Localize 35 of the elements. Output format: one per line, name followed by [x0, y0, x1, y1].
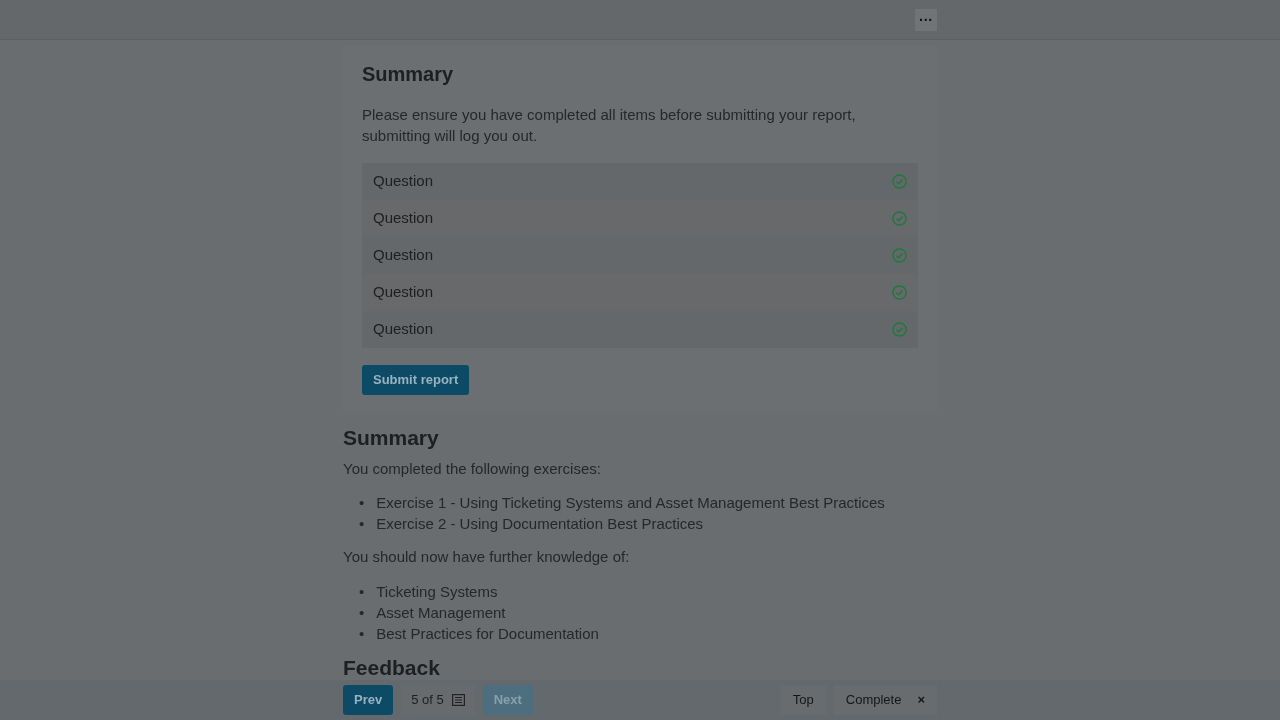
list-icon — [451, 694, 465, 706]
question-label: Question — [373, 245, 434, 266]
intro-text: You completed the following exercises: — [343, 458, 602, 479]
page-indicator[interactable]: 5 of 5 — [401, 684, 475, 716]
page-count: 5 of 5 — [411, 691, 444, 710]
knowledge-item: Best Practices for Documentation — [376, 623, 599, 644]
complete-button[interactable]: Complete × — [833, 685, 937, 715]
submit-button[interactable]: Submit report — [362, 365, 470, 395]
intro-text: You should now have further knowledge of: — [343, 547, 631, 568]
knowledge-item: Ticketing Systems — [376, 581, 498, 602]
top-button[interactable]: Top — [780, 685, 826, 715]
exercise-item: Exercise 1 - Using Ticketing Systems and Asset Management Best Practices — [376, 493, 885, 514]
section-heading: Feedback — [343, 655, 441, 679]
question-row[interactable]: Question — [362, 311, 918, 348]
panel-heading: Summary — [362, 62, 455, 86]
bullet-mark: • — [359, 493, 365, 514]
question-row[interactable]: Question — [362, 200, 918, 237]
question-row[interactable]: Question — [362, 274, 918, 311]
bullet-mark: • — [359, 623, 365, 644]
bullet-mark: • — [359, 581, 365, 602]
knowledge-item: Asset Management — [376, 602, 506, 623]
question-row[interactable]: Question — [362, 237, 918, 274]
exercise-item: Exercise 2 - Using Documentation Best Practices — [376, 514, 704, 535]
question-label: Question — [373, 282, 434, 303]
question-label: Question — [373, 319, 434, 340]
section-heading: Summary — [343, 424, 440, 450]
prev-button[interactable]: Prev — [343, 685, 394, 715]
bullet-mark: • — [359, 514, 365, 535]
instruction-text: Please ensure you have completed all items before submitting your report, submitting will log you out. — [362, 105, 857, 146]
bullet-mark: • — [359, 602, 365, 623]
question-label: Question — [373, 208, 434, 229]
question-label: Question — [373, 171, 434, 192]
question-row[interactable]: Question — [362, 163, 918, 200]
more-button[interactable]: ··· — [915, 8, 937, 31]
close-icon: × — [917, 690, 925, 710]
